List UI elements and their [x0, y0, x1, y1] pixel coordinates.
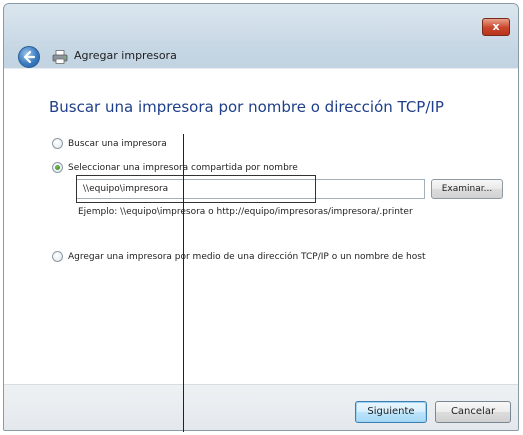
option-label: Agregar una impresora por medio de una d… [68, 251, 426, 262]
wizard-content: Buscar una impresora por nombre o direcc… [4, 68, 518, 385]
window-title: Agregar impresora [74, 49, 177, 62]
cancel-button[interactable]: Cancelar [435, 401, 511, 423]
callout-box [76, 175, 316, 203]
browse-button[interactable]: Examinar... [431, 179, 503, 199]
option-search-printer[interactable]: Buscar una impresora [52, 138, 167, 149]
back-arrow-icon [23, 50, 36, 64]
printer-icon [52, 50, 68, 64]
option-label: Buscar una impresora [68, 138, 167, 149]
page-heading: Buscar una impresora por nombre o direcc… [49, 98, 444, 116]
back-button[interactable] [18, 46, 40, 68]
close-icon: x [492, 20, 500, 33]
radio-shared-by-name[interactable] [52, 162, 63, 173]
example-text: Ejemplo: \\equipo\impresora o http://equ… [78, 207, 413, 217]
radio-tcpip[interactable] [52, 251, 63, 262]
callout-line [183, 134, 184, 432]
next-button[interactable]: Siguiente [355, 401, 427, 423]
close-button[interactable]: x [482, 18, 510, 36]
footer-bar: Siguiente Cancelar [4, 384, 518, 430]
radio-search-printer[interactable] [52, 138, 63, 149]
option-tcpip[interactable]: Agregar una impresora por medio de una d… [52, 251, 425, 262]
add-printer-window: x Agregar impresora Buscar una impresora… [3, 3, 519, 431]
option-shared-by-name[interactable]: Seleccionar una impresora compartida por… [52, 162, 298, 173]
